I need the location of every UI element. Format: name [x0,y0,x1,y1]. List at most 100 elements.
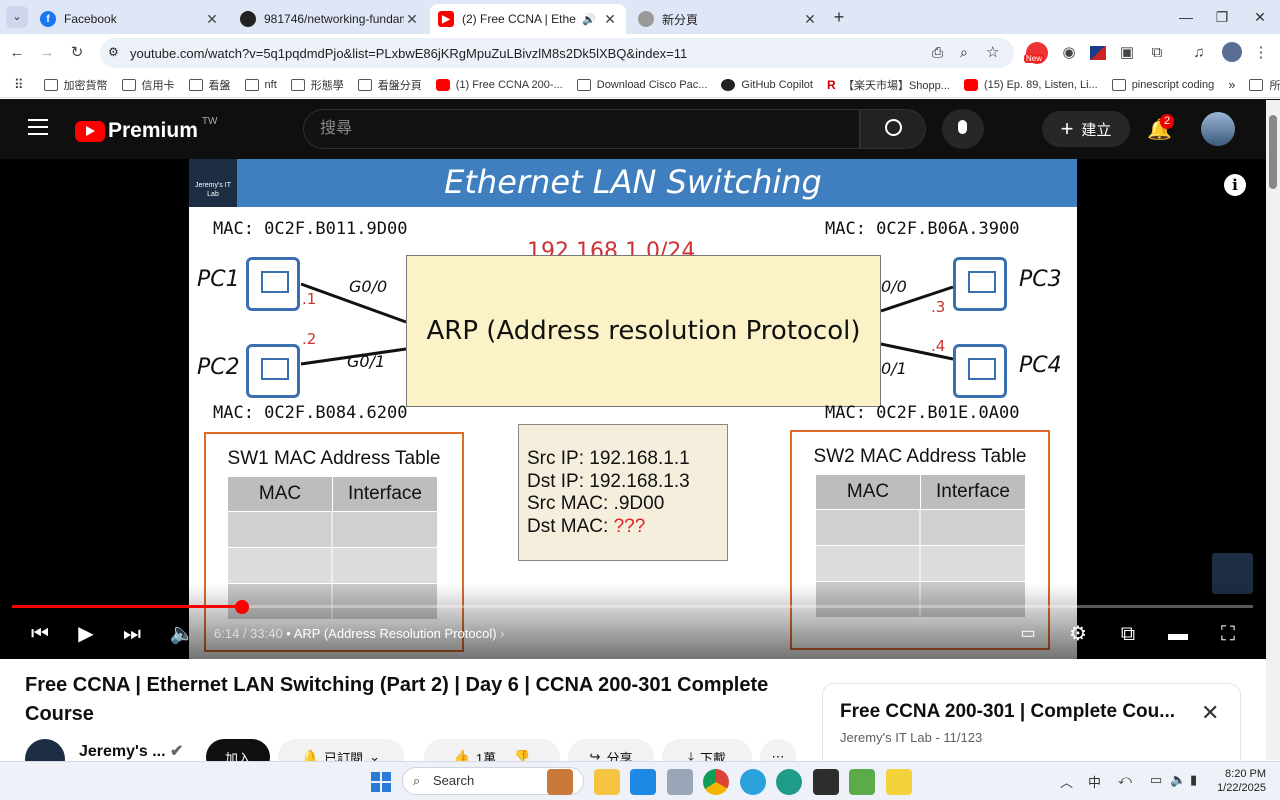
youtube-icon [963,78,978,91]
clock[interactable]: 8:20 PM 1/22/2025 [1210,767,1266,795]
terminal-icon[interactable] [813,769,839,795]
install-app-icon[interactable]: ⎙ [932,44,943,61]
media-control-icon[interactable]: ♫ [1188,42,1210,64]
volume-icon[interactable]: 🔈 [168,622,196,646]
extension-flag-icon[interactable] [1090,46,1106,60]
port-label: G0/0 [349,277,388,296]
tab-facebook[interactable]: f Facebook ✕ [32,4,228,34]
app-icon[interactable] [886,769,912,795]
search-highlight-icon[interactable] [547,769,573,795]
new-tab-button[interactable]: + [828,6,850,28]
chevron-right-icon[interactable]: › [500,626,504,641]
close-tab-icon[interactable]: ✕ [802,11,818,28]
bookmark-item[interactable]: GitHub Copilot [721,78,813,91]
close-window-button[interactable]: ✕ [1240,6,1280,28]
restore-button[interactable]: ❐ [1202,6,1242,28]
tab-youtube[interactable]: ▶ (2) Free CCNA | Ethernet LA 🔊 ✕ [430,4,626,34]
playlist-title[interactable]: Free CCNA 200-301 | Complete Cou... [840,701,1175,723]
bookmark-item[interactable]: 信用卡 [121,77,175,93]
minimize-button[interactable]: — [1166,6,1206,28]
channel-name-text: Jeremy's ... [79,743,166,760]
app-stack-icon[interactable] [849,769,875,795]
play-icon[interactable]: ▶ [72,622,100,646]
bookmark-item[interactable]: 加密貨幣 [43,77,108,93]
github-icon [240,11,256,27]
create-button[interactable]: + 建立 [1042,111,1130,147]
audio-playing-icon[interactable]: 🔊 [582,13,596,26]
channel-name[interactable]: Jeremy's ... ✔ [79,741,183,761]
search-button[interactable] [860,109,926,149]
windows-start-icon[interactable] [371,772,391,792]
bookmark-item[interactable]: 看盤 [188,77,231,93]
bookmark-item[interactable]: pinescript coding [1111,78,1214,91]
bookmark-item[interactable]: (1) Free CCNA 200-... [435,78,563,91]
reload-icon[interactable]: ↻ [66,42,88,64]
battery-icon[interactable]: ▮ [1190,772,1197,788]
extension-icon[interactable]: ◉ [1058,42,1080,64]
app-icon[interactable] [667,769,693,795]
theater-mode-icon[interactable]: ▬ [1164,622,1192,646]
ime-indicator[interactable]: 中 [1088,772,1101,791]
time-text: 6:14 / 33:40 [214,626,283,641]
forward-icon[interactable]: → [36,42,58,64]
tab-search-icon[interactable]: ⌄ [6,6,28,28]
fullscreen-icon[interactable]: ⛶ [1214,622,1242,646]
table-row [228,548,437,583]
zoom-icon[interactable]: ⌕ [960,44,968,61]
hamburger-menu-icon[interactable] [28,119,48,135]
youtube-logo[interactable]: Premium TW [75,116,217,143]
bookmark-item[interactable]: 形態學 [290,77,344,93]
file-explorer-icon[interactable] [594,769,620,795]
video-player[interactable]: Jeremy's IT Lab Ethernet LAN Switching M… [0,159,1280,659]
account-avatar[interactable] [1201,112,1235,146]
dst-mac: Dst MAC: ??? [527,516,727,539]
close-playlist-icon[interactable]: ✕ [1201,700,1219,726]
more-bookmarks-icon[interactable]: » [1228,77,1235,92]
tab-title: 新分頁 [662,12,699,27]
bookmark-item[interactable]: R 【楽天市場】Shopp... [827,77,950,93]
edge-icon[interactable] [776,769,802,795]
bookmark-item[interactable]: (15) Ep. 89, Listen, Li... [963,78,1098,91]
back-icon[interactable]: ← [6,42,28,64]
tray-chevron-up-icon[interactable]: ︿ [1060,772,1073,791]
address-bar[interactable]: ⚙ youtube.com/watch?v=5q1pqdmdPjo&list=P… [100,38,1014,68]
clock-time: 8:20 PM [1225,768,1266,780]
extension-icon[interactable]: ▣ [1116,42,1138,64]
close-tab-icon[interactable]: ✕ [404,11,420,28]
scrubber-handle[interactable] [234,600,249,614]
page-scrollbar[interactable] [1266,100,1280,760]
tab-new[interactable]: 新分頁 ✕ [630,4,826,34]
settings-gear-icon[interactable]: ⚙ [1064,622,1092,646]
voice-search-button[interactable] [942,109,984,149]
telegram-icon[interactable] [740,769,766,795]
playlist-meta[interactable]: Jeremy's IT Lab - 11/123 [840,730,982,745]
folder-icon [357,78,372,91]
chapter-title[interactable]: • ARP (Address Resolution Protocol) [286,626,496,641]
chrome-icon[interactable] [703,769,729,795]
network-icon[interactable]: ▭ [1150,772,1162,788]
previous-video-icon[interactable]: ⏮ [26,622,54,646]
profile-avatar[interactable] [1222,42,1242,62]
bookmark-label: 信用卡 [141,79,175,92]
bookmark-item[interactable]: nft [244,78,277,91]
bookmark-item[interactable]: Download Cisco Pac... [576,78,707,91]
all-bookmarks-item[interactable]: 所有書籤 [1249,77,1280,93]
app-icon[interactable] [630,769,656,795]
miniplayer-icon[interactable]: ⧉ [1114,622,1142,646]
info-icon[interactable]: i [1224,174,1246,196]
bookmark-star-icon[interactable]: ☆ [986,43,999,61]
extensions-puzzle-icon[interactable]: ⧉ [1146,42,1168,64]
apps-grid-icon[interactable]: ⠿ [14,77,24,93]
site-info-icon[interactable]: ⚙ [108,45,119,59]
subtitles-icon[interactable]: ▭ [1014,622,1042,646]
volume-icon[interactable]: 🔈 [1170,772,1186,788]
ime-mode-icon[interactable]: ⤺ [1118,772,1132,788]
bookmark-item[interactable]: 看盤分頁 [357,77,422,93]
tab-github[interactable]: 981746/networking-fundament ✕ [232,4,428,34]
next-video-icon[interactable]: ⏭ [118,622,146,646]
menu-dots-icon[interactable]: ⋮ [1250,42,1272,64]
close-tab-icon[interactable]: ✕ [204,11,220,28]
close-tab-icon[interactable]: ✕ [602,11,618,28]
search-input[interactable]: 搜尋 [303,109,860,149]
browser-toolbar: ← → ↻ ⚙ youtube.com/watch?v=5q1pqdmdPjo&… [0,34,1280,72]
